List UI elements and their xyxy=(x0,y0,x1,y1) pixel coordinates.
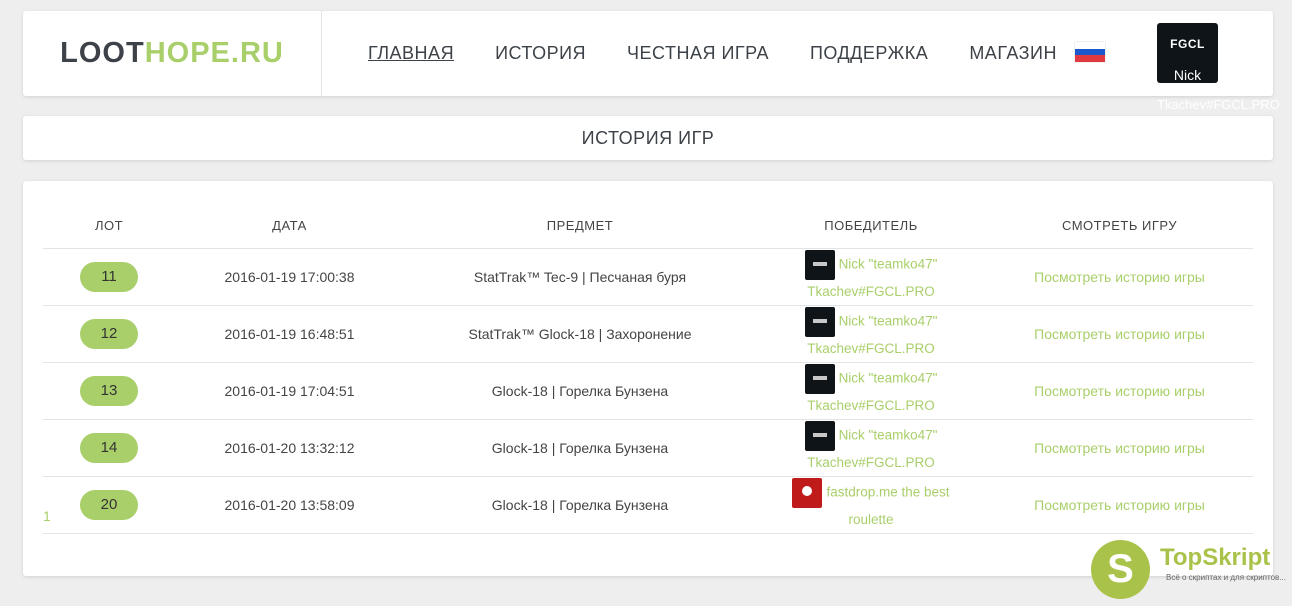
winner-link[interactable]: Nick "teamko47" Tkachev#FGCL.PRO xyxy=(804,364,938,418)
watermark-title: TopSkript xyxy=(1160,544,1271,571)
winner-avatar-icon xyxy=(804,250,835,280)
table-row: 12 2016-01-19 16:48:51 StatTrak™ Glock-1… xyxy=(43,305,1253,363)
item-cell: Glock-18 | Горелка Бунзена xyxy=(404,362,756,420)
winner-name: Nick "teamko47" xyxy=(838,256,938,272)
pagination-page-1[interactable]: 1 xyxy=(43,508,51,524)
nav-history[interactable]: ИСТОРИЯ xyxy=(495,43,586,64)
avatar-username: Nick xyxy=(1173,67,1202,83)
winner-name: Nick "teamko47" xyxy=(838,313,938,329)
site-logo[interactable]: LOOT HOPE.RU xyxy=(23,11,322,96)
lot-badge: 12 xyxy=(80,319,138,349)
header-view: СМОТРЕТЬ ИГРУ xyxy=(986,203,1253,249)
date-cell: 2016-01-19 17:04:51 xyxy=(175,362,404,420)
header: LOOT HOPE.RU ГЛАВНАЯ ИСТОРИЯ ЧЕСТНАЯ ИГРА… xyxy=(23,11,1273,96)
winner-tag: Tkachev#FGCL.PRO xyxy=(807,284,935,299)
winner-link[interactable]: fastdrop.me the best roulette xyxy=(792,478,950,532)
date-cell: 2016-01-20 13:32:12 xyxy=(175,419,404,477)
item-cell: StatTrak™ Glock-18 | Захоронение xyxy=(404,305,756,363)
table-row: 11 2016-01-19 17:00:38 StatTrak™ Tec-9 |… xyxy=(43,248,1253,306)
view-game-link[interactable]: Посмотреть историю игры xyxy=(1034,383,1205,399)
table-row: 14 2016-01-20 13:32:12 Glock-18 | Горелк… xyxy=(43,419,1253,477)
lot-badge: 13 xyxy=(80,376,138,406)
nav-support[interactable]: ПОДДЕРЖКА xyxy=(810,43,928,64)
winner-tag: Tkachev#FGCL.PRO xyxy=(807,398,935,413)
item-cell: Glock-18 | Горелка Бунзена xyxy=(404,476,756,534)
lot-badge: 20 xyxy=(80,490,138,520)
winner-name: Nick "teamko47" xyxy=(838,370,938,386)
winner-tag: Tkachev#FGCL.PRO xyxy=(807,341,935,356)
header-item: ПРЕДМЕТ xyxy=(404,203,756,249)
winner-avatar-icon xyxy=(804,307,835,337)
watermark-logo-icon: S xyxy=(1091,540,1150,599)
winner-link[interactable]: Nick "teamko47" Tkachev#FGCL.PRO xyxy=(804,250,938,304)
view-game-link[interactable]: Посмотреть историю игры xyxy=(1034,440,1205,456)
item-cell: StatTrak™ Tec-9 | Песчаная буря xyxy=(404,248,756,306)
winner-link[interactable]: Nick "teamko47" Tkachev#FGCL.PRO xyxy=(804,421,938,475)
logo-part1: LOOT xyxy=(60,37,145,69)
view-game-link[interactable]: Посмотреть историю игры xyxy=(1034,497,1205,513)
table-row: 20 2016-01-20 13:58:09 Glock-18 | Горелк… xyxy=(43,476,1253,534)
date-cell: 2016-01-19 16:48:51 xyxy=(175,305,404,363)
user-tag: Tkachev#FGCL.PRO xyxy=(1157,97,1280,112)
date-cell: 2016-01-19 17:00:38 xyxy=(175,248,404,306)
header-date: ДАТА xyxy=(175,203,404,249)
header-winner: ПОБЕДИТЕЛЬ xyxy=(756,203,986,249)
history-card: ЛОТ ДАТА ПРЕДМЕТ ПОБЕДИТЕЛЬ СМОТРЕТЬ ИГР… xyxy=(23,181,1273,576)
date-cell: 2016-01-20 13:58:09 xyxy=(175,476,404,534)
winner-name: Nick "teamko47" xyxy=(838,427,938,443)
winner-avatar-icon xyxy=(804,364,835,394)
user-avatar[interactable]: FGCL Nick xyxy=(1157,23,1218,83)
winner-name: fastdrop.me the best xyxy=(826,484,950,500)
nav-shop[interactable]: МАГАЗИН xyxy=(969,43,1057,64)
winner-tag: roulette xyxy=(848,512,894,527)
page-title: ИСТОРИЯ ИГР xyxy=(581,127,715,148)
header-lot: ЛОТ xyxy=(43,203,175,249)
view-game-link[interactable]: Посмотреть историю игры xyxy=(1034,326,1205,342)
watermark-subtitle: Всё о скриптах и для скриптов... xyxy=(1166,573,1286,582)
winner-avatar-icon xyxy=(804,421,835,451)
table-header-row: ЛОТ ДАТА ПРЕДМЕТ ПОБЕДИТЕЛЬ СМОТРЕТЬ ИГР… xyxy=(43,203,1253,249)
winner-tag: Tkachev#FGCL.PRO xyxy=(807,455,935,470)
avatar-logo-text: FGCL xyxy=(1170,37,1205,51)
language-flag-icon[interactable] xyxy=(1075,42,1105,62)
item-cell: Glock-18 | Горелка Бунзена xyxy=(404,419,756,477)
nav-fair-game[interactable]: ЧЕСТНАЯ ИГРА xyxy=(627,43,769,64)
main-nav: ГЛАВНАЯ ИСТОРИЯ ЧЕСТНАЯ ИГРА ПОДДЕРЖКА М… xyxy=(368,11,1098,96)
view-game-link[interactable]: Посмотреть историю игры xyxy=(1034,269,1205,285)
winner-avatar-icon xyxy=(792,478,823,508)
nav-home[interactable]: ГЛАВНАЯ xyxy=(368,43,454,64)
table-row: 13 2016-01-19 17:04:51 Glock-18 | Горелк… xyxy=(43,362,1253,420)
logo-part2: HOPE.RU xyxy=(144,37,284,69)
winner-link[interactable]: Nick "teamko47" Tkachev#FGCL.PRO xyxy=(804,307,938,361)
history-table: ЛОТ ДАТА ПРЕДМЕТ ПОБЕДИТЕЛЬ СМОТРЕТЬ ИГР… xyxy=(43,203,1253,534)
lot-badge: 14 xyxy=(80,433,138,463)
title-bar: ИСТОРИЯ ИГР xyxy=(23,116,1273,160)
lot-badge: 11 xyxy=(80,262,138,292)
